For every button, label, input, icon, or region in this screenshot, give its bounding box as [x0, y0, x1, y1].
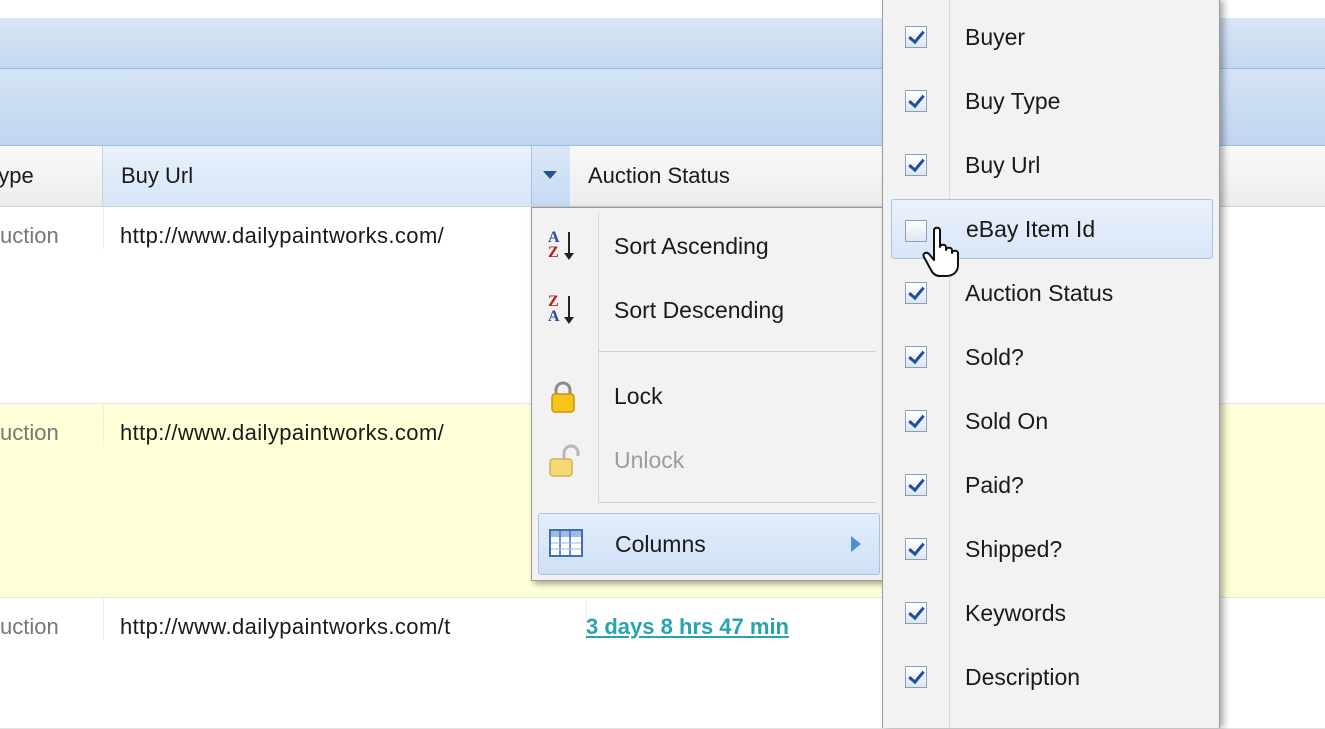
chevron-down-icon [543, 171, 557, 179]
checkbox[interactable] [905, 154, 927, 176]
column-option-sold[interactable]: Sold? [883, 326, 1219, 390]
column-option-buyer[interactable]: Buyer [883, 6, 1219, 70]
cell-type: uction [0, 420, 59, 445]
lock-icon [546, 380, 580, 414]
menu-item-sort-ascending[interactable]: AZ Sort Ascending [532, 214, 882, 278]
checkbox[interactable] [905, 26, 927, 48]
cell-auction-status: 3 days 8 hrs 47 min [570, 598, 906, 640]
cell-buy-url: http://www.dailypaintworks.com/ [103, 404, 587, 446]
column-option-shipped[interactable]: Shipped? [883, 518, 1219, 582]
column-option-keywords[interactable]: Keywords [883, 582, 1219, 646]
menu-item-sort-descending[interactable]: ZA Sort Descending [532, 278, 882, 342]
checkbox[interactable] [905, 410, 927, 432]
menu-item-unlock[interactable]: Unlock [532, 428, 882, 492]
column-option-paid[interactable]: Paid? [883, 454, 1219, 518]
column-context-menu: AZ Sort Ascending ZA Sort Descending Loc… [531, 207, 883, 581]
column-option-sold-on[interactable]: Sold On [883, 390, 1219, 454]
header-buy-url[interactable]: Buy Url [103, 146, 570, 206]
checkbox[interactable] [905, 666, 927, 688]
cell-buy-url: http://www.dailypaintworks.com/ [103, 207, 587, 249]
header-menu-trigger[interactable] [531, 146, 570, 206]
checkbox[interactable] [905, 346, 927, 368]
menu-separator [598, 502, 876, 503]
checkbox[interactable] [905, 90, 927, 112]
column-option-description[interactable]: Description [883, 646, 1219, 710]
checkbox[interactable] [905, 602, 927, 624]
checkbox[interactable] [905, 282, 927, 304]
menu-item-lock[interactable]: Lock [532, 364, 882, 428]
menu-separator [598, 351, 876, 352]
unlock-icon [546, 444, 580, 478]
checkbox[interactable] [905, 538, 927, 560]
column-option-buy-url[interactable]: Buy Url [883, 134, 1219, 198]
menu-item-columns[interactable]: Columns [538, 513, 880, 575]
chevron-right-icon [851, 536, 861, 552]
columns-icon [549, 529, 583, 563]
header-type[interactable]: Type [0, 146, 103, 206]
cell-type: uction [0, 614, 59, 639]
cell-type: uction [0, 223, 59, 248]
header-auction-status[interactable]: Auction Status [570, 146, 900, 206]
sort-descending-icon: ZA [546, 294, 580, 328]
hand-pointer-icon [922, 226, 959, 277]
auction-time-link[interactable]: 3 days 8 hrs 47 min [586, 614, 789, 639]
checkbox[interactable] [905, 474, 927, 496]
column-option-buy-type[interactable]: Buy Type [883, 70, 1219, 134]
cell-buy-url: http://www.dailypaintworks.com/t [103, 598, 587, 640]
columns-submenu: Buyer Buy Type Buy Url eBay Item Id Auct… [882, 0, 1220, 728]
sort-ascending-icon: AZ [546, 230, 580, 264]
